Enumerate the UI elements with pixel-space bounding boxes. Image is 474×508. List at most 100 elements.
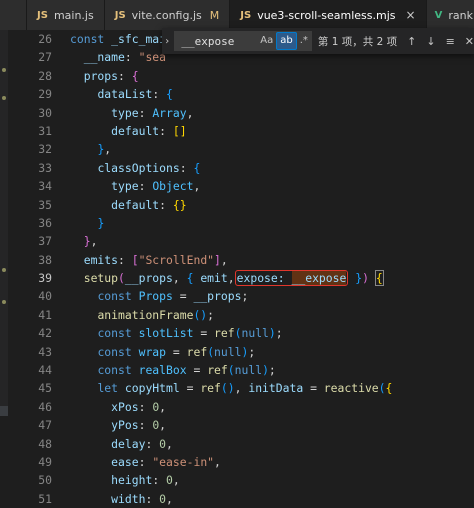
code-line[interactable]: 34 type: Object, <box>8 177 474 195</box>
code-line[interactable]: 29 dataList: { <box>8 85 474 103</box>
code-token: ( <box>378 381 386 396</box>
code-line[interactable]: 50 height: 0, <box>8 471 474 489</box>
use-regex-button[interactable]: .* <box>297 33 311 49</box>
tab-label: vue3-scroll-seamless.mjs <box>257 8 396 22</box>
arrow-down-icon[interactable]: ↓ <box>426 35 435 48</box>
tab-rank-vue[interactable]: V rank.vue <box>426 0 474 30</box>
tab-label: vite.config.js <box>131 8 202 22</box>
tab-main-js[interactable]: JS main.js <box>27 0 105 30</box>
code-token: , <box>166 491 173 506</box>
toggle-replace-icon[interactable]: › <box>162 36 172 47</box>
code-token: , <box>227 271 235 286</box>
close-icon[interactable]: ✕ <box>465 35 474 48</box>
code-token: Array <box>152 105 187 120</box>
code-token: = <box>179 381 201 396</box>
code-token: ; <box>241 289 249 304</box>
match-case-button[interactable]: Aa <box>257 33 276 49</box>
code-line[interactable]: 39 setup(__props, { emit, expose: __expos… <box>8 269 474 287</box>
code-editor[interactable]: 26const _sfc_main = {27 __name: "sea28 p… <box>8 30 474 506</box>
code-line[interactable]: 35 default: {} <box>8 196 474 214</box>
code-token: : <box>179 160 194 175</box>
code-line[interactable]: 31 default: [] <box>8 122 474 140</box>
code-token: , <box>193 179 201 194</box>
code-line[interactable]: 41 animationFrame(); <box>8 306 474 324</box>
tab-hidden[interactable] <box>0 0 27 30</box>
code-token: { <box>166 87 173 102</box>
code-token: [] <box>172 123 187 138</box>
line-number: 41 <box>38 307 52 322</box>
line-number: 45 <box>38 381 52 396</box>
line-number: 40 <box>38 289 52 304</box>
code-line[interactable]: 36 } <box>8 214 474 232</box>
match-whole-word-button[interactable]: ab <box>276 32 297 50</box>
find-widget: › __expose Aa ab .* 第 1 项，共 2 项 ↑ ↓ ≡ ✕ <box>162 28 474 54</box>
code-token: { <box>186 271 201 286</box>
code-token: null <box>234 363 263 378</box>
code-token: { <box>385 381 393 396</box>
code-line[interactable]: 38 emits: ["ScrollEnd"], <box>8 251 474 269</box>
code-line[interactable]: 44 const realBox = ref(null); <box>8 361 474 379</box>
code-line[interactable]: 40 const Props = __props; <box>8 287 474 305</box>
code-token: , <box>214 454 221 469</box>
code-token: : <box>159 123 173 138</box>
code-token: ( <box>227 363 235 378</box>
code-line[interactable]: 43 const wrap = ref(null); <box>8 343 474 361</box>
code-line[interactable]: 32 }, <box>8 140 474 158</box>
code-token: 0 <box>159 436 167 451</box>
tab-vue3-scroll-seamless[interactable]: JS vue3-scroll-seamless.mjs × <box>230 0 427 30</box>
editor-tab-bar: JS main.js JS vite.config.js M JS vue3-s… <box>0 0 474 30</box>
close-icon[interactable]: × <box>406 8 416 22</box>
tab-vite-config[interactable]: JS vite.config.js M <box>104 0 231 30</box>
find-input[interactable]: __expose Aa ab .* <box>174 31 312 51</box>
code-token: copyHtml <box>124 381 180 396</box>
code-line[interactable]: 51 width: 0, <box>8 490 474 508</box>
code-token: setup <box>83 271 119 286</box>
line-number: 33 <box>38 160 52 175</box>
code-token: "ease-in" <box>152 454 215 469</box>
code-token: default <box>111 123 160 138</box>
code-token: __name <box>83 50 125 65</box>
code-line[interactable]: 45 let copyHtml = ref(), initData = reac… <box>8 379 474 397</box>
code-token: ref <box>207 363 228 378</box>
code-token: classOptions <box>97 160 180 175</box>
code-line[interactable]: 42 const slotList = ref(null); <box>8 324 474 342</box>
code-token: __props <box>193 289 242 304</box>
code-line[interactable]: 30 type: Array, <box>8 104 474 122</box>
line-number: 43 <box>38 344 52 359</box>
code-token: , <box>234 381 249 396</box>
code-line[interactable]: 49 ease: "ease-in", <box>8 453 474 471</box>
code-line[interactable]: 48 delay: 0, <box>8 435 474 453</box>
line-number: 28 <box>38 68 52 83</box>
code-line[interactable]: 28 props: { <box>8 67 474 85</box>
code-token: : <box>152 87 167 102</box>
arrow-up-icon[interactable]: ↑ <box>407 35 416 48</box>
code-token: width <box>111 491 146 506</box>
code-token: let <box>97 381 125 396</box>
code-line[interactable]: 47 yPos: 0, <box>8 416 474 434</box>
code-token: { <box>193 160 201 175</box>
code-line[interactable]: 33 classOptions: { <box>8 159 474 177</box>
code-token: animationFrame <box>97 307 194 322</box>
code-line[interactable]: 46 xPos: 0, <box>8 398 474 416</box>
code-token: : <box>138 418 153 433</box>
code-line[interactable]: 37 }, <box>8 232 474 250</box>
line-number: 44 <box>38 363 52 378</box>
code-token: : <box>159 197 173 212</box>
code-token: const <box>97 344 139 359</box>
find-in-selection-icon[interactable]: ≡ <box>446 35 455 48</box>
code-token: } <box>97 215 105 230</box>
